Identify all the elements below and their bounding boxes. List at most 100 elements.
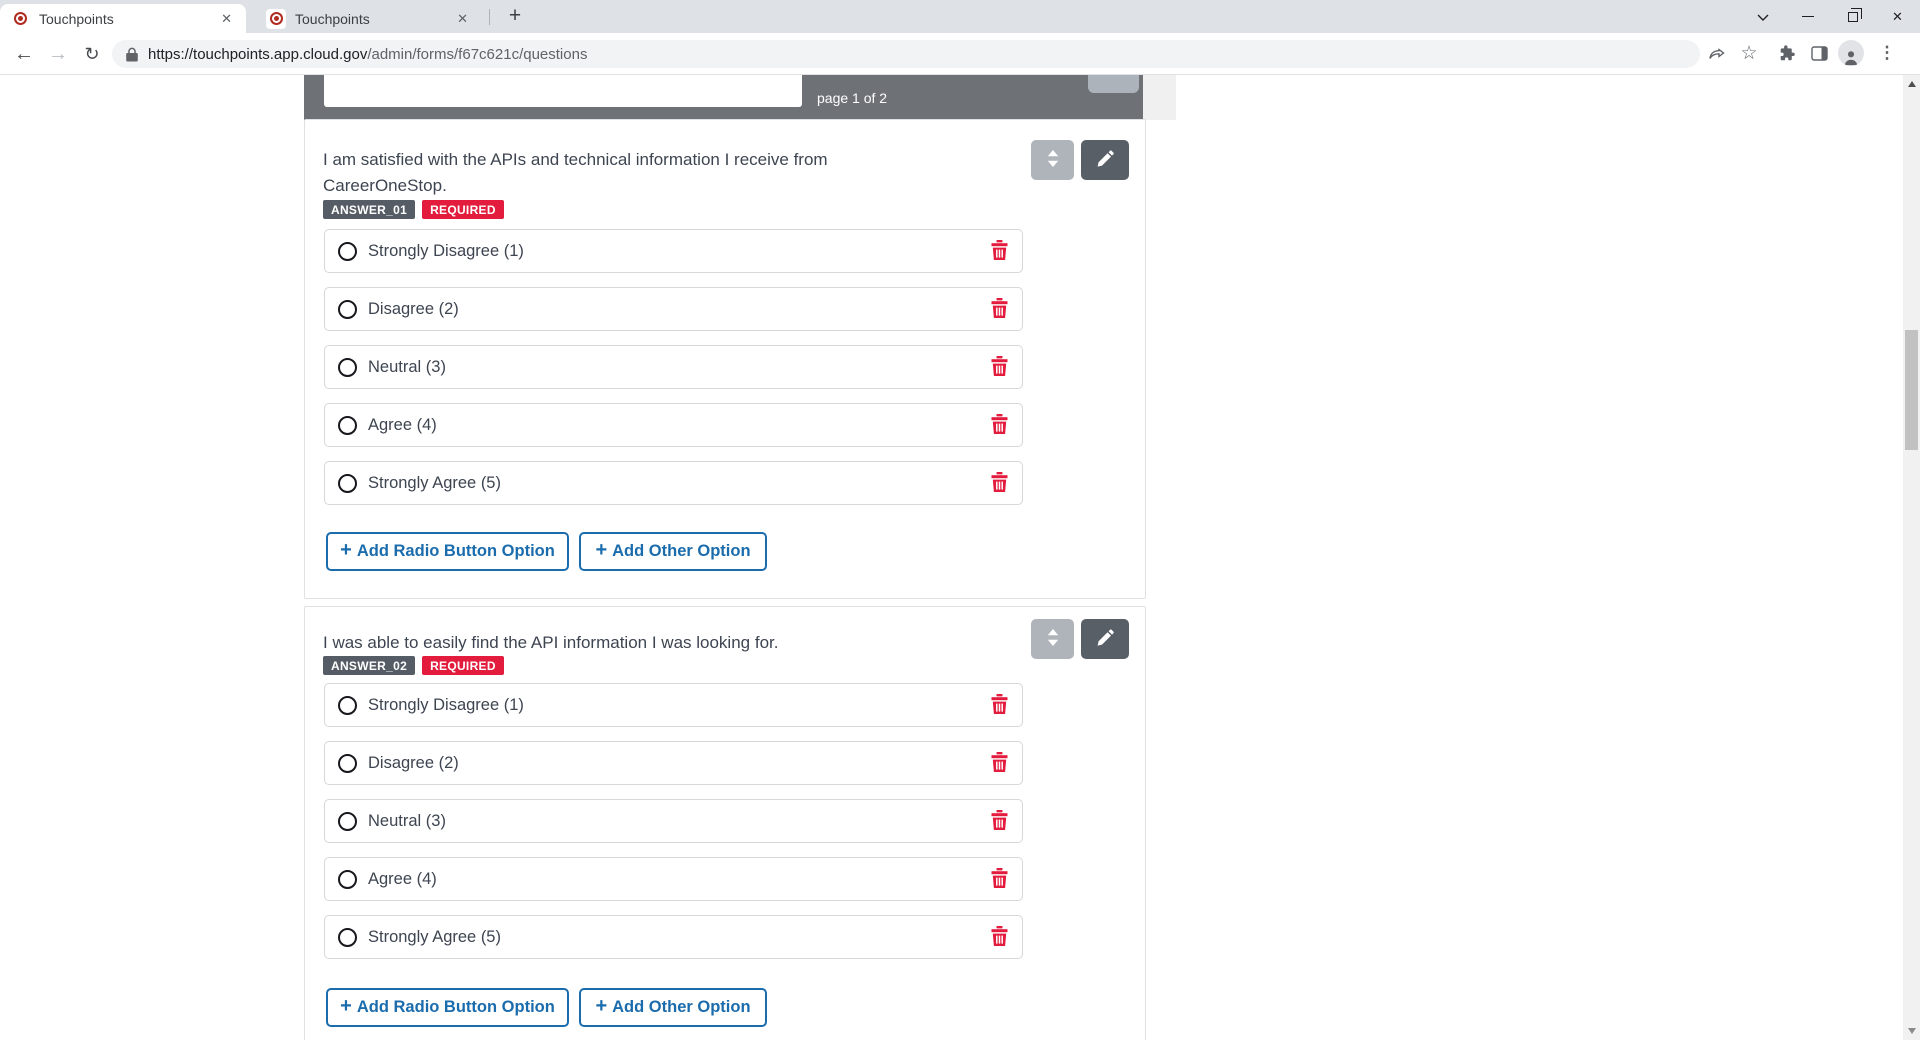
restore-button[interactable] bbox=[1830, 0, 1875, 33]
scroll-down-icon[interactable] bbox=[1907, 1028, 1916, 1034]
answer-option-row: Neutral (3) bbox=[324, 345, 1023, 389]
option-label: Neutral (3) bbox=[368, 811, 446, 830]
answer-option-row: Disagree (2) bbox=[324, 287, 1023, 331]
questions-page: page 1 of 2 I am satisfied with the APIs… bbox=[0, 75, 1920, 1040]
page-indicator: page 1 of 2 bbox=[817, 89, 888, 106]
answer-id-badge: ANSWER_02 bbox=[323, 656, 416, 675]
move-question-button[interactable] bbox=[1031, 140, 1074, 180]
bookmark-star-icon[interactable]: ☆ bbox=[1734, 38, 1764, 68]
trash-icon bbox=[991, 693, 1008, 717]
option-label: Strongly Agree (5) bbox=[368, 473, 501, 492]
radio-button-icon[interactable] bbox=[338, 753, 357, 773]
share-icon[interactable] bbox=[1702, 38, 1732, 68]
answer-option-row: Agree (4) bbox=[324, 857, 1023, 901]
section-title-input[interactable] bbox=[324, 75, 802, 107]
option-label: Disagree (2) bbox=[368, 299, 459, 318]
address-bar[interactable]: https://touchpoints.app.cloud.gov/admin/… bbox=[112, 40, 1700, 68]
delete-option-button[interactable] bbox=[991, 751, 1008, 775]
tab-close-icon[interactable]: ✕ bbox=[453, 9, 472, 29]
tab-touchpoints-active[interactable]: Touchpoints ✕ bbox=[0, 4, 246, 33]
answer-option-row: Neutral (3) bbox=[324, 799, 1023, 843]
pencil-icon bbox=[1096, 628, 1115, 650]
option-label: Strongly Agree (5) bbox=[368, 927, 501, 946]
trash-icon bbox=[991, 925, 1008, 949]
option-label: Strongly Disagree (1) bbox=[368, 695, 524, 714]
scrollbar-thumb[interactable] bbox=[1905, 330, 1918, 450]
tab-search-chevron-icon[interactable] bbox=[1740, 0, 1785, 33]
answer-option-row: Strongly Disagree (1) bbox=[324, 229, 1023, 273]
minimize-button[interactable] bbox=[1785, 0, 1830, 33]
side-panel-icon[interactable] bbox=[1804, 38, 1834, 68]
option-label: Neutral (3) bbox=[368, 357, 446, 376]
move-question-button[interactable] bbox=[1031, 619, 1074, 659]
trash-icon bbox=[991, 239, 1008, 263]
delete-option-button[interactable] bbox=[991, 355, 1008, 379]
question-card: I am satisfied with the APIs and technic… bbox=[304, 119, 1146, 599]
tab-touchpoints-inactive[interactable]: Touchpoints ✕ bbox=[256, 4, 482, 33]
trash-icon bbox=[991, 751, 1008, 775]
profile-avatar[interactable] bbox=[1836, 38, 1866, 68]
radio-button-icon[interactable] bbox=[338, 695, 357, 715]
plus-icon: + bbox=[340, 995, 352, 1017]
option-label: Strongly Disagree (1) bbox=[368, 241, 524, 260]
option-label: Agree (4) bbox=[368, 869, 437, 888]
question-text: I am satisfied with the APIs and technic… bbox=[323, 150, 828, 195]
add-other-option-button[interactable]: + Add Other Option bbox=[579, 532, 767, 571]
radio-button-icon[interactable] bbox=[338, 811, 357, 831]
delete-option-button[interactable] bbox=[991, 809, 1008, 833]
radio-button-icon[interactable] bbox=[338, 415, 357, 435]
panel-edge bbox=[1143, 75, 1176, 120]
plus-icon: + bbox=[595, 995, 608, 1017]
answer-option-row: Agree (4) bbox=[324, 403, 1023, 447]
delete-option-button[interactable] bbox=[991, 413, 1008, 437]
forward-icon[interactable]: → bbox=[42, 38, 74, 70]
radio-button-icon[interactable] bbox=[338, 473, 357, 493]
radio-button-icon[interactable] bbox=[338, 869, 357, 889]
browser-toolbar: ← → ↻ https://touchpoints.app.cloud.gov/… bbox=[0, 33, 1920, 75]
extensions-icon[interactable] bbox=[1772, 38, 1802, 68]
radio-button-icon[interactable] bbox=[338, 241, 357, 261]
edit-question-button[interactable] bbox=[1081, 140, 1129, 180]
trash-icon bbox=[991, 471, 1008, 495]
delete-option-button[interactable] bbox=[991, 867, 1008, 891]
url-host: https://touchpoints.app.cloud.gov bbox=[148, 45, 368, 63]
tab-close-icon[interactable]: ✕ bbox=[217, 9, 236, 29]
add-other-option-label: Add Other Option bbox=[612, 998, 751, 1016]
radio-button-icon[interactable] bbox=[338, 299, 357, 319]
reload-icon[interactable]: ↻ bbox=[76, 38, 108, 70]
new-tab-button[interactable]: + bbox=[501, 2, 529, 30]
back-icon[interactable]: ← bbox=[8, 38, 40, 70]
sort-icon bbox=[1046, 149, 1060, 171]
touchpoints-favicon-icon bbox=[10, 8, 30, 29]
add-other-option-button[interactable]: + Add Other Option bbox=[579, 988, 767, 1027]
required-badge: REQUIRED bbox=[422, 200, 504, 219]
delete-option-button[interactable] bbox=[991, 693, 1008, 717]
lock-icon bbox=[126, 47, 138, 61]
scroll-up-icon[interactable] bbox=[1907, 81, 1916, 87]
edit-question-button[interactable] bbox=[1081, 619, 1129, 659]
delete-option-button[interactable] bbox=[991, 471, 1008, 495]
section-tool-button[interactable] bbox=[1088, 75, 1139, 93]
chrome-menu-icon[interactable]: ⋮ bbox=[1872, 38, 1902, 68]
answer-option-row: Strongly Agree (5) bbox=[324, 461, 1023, 505]
answer-option-row: Strongly Disagree (1) bbox=[324, 683, 1023, 727]
touchpoints-favicon-icon bbox=[266, 8, 286, 29]
page-scrollbar[interactable] bbox=[1903, 75, 1920, 1040]
tab-divider bbox=[489, 9, 490, 25]
add-radio-option-button[interactable]: + Add Radio Button Option bbox=[326, 988, 569, 1027]
plus-icon: + bbox=[595, 539, 608, 561]
close-button[interactable]: ✕ bbox=[1875, 0, 1920, 33]
add-radio-option-button[interactable]: + Add Radio Button Option bbox=[326, 532, 569, 571]
delete-option-button[interactable] bbox=[991, 925, 1008, 949]
question-card: I was able to easily find the API inform… bbox=[304, 606, 1146, 1040]
delete-option-button[interactable] bbox=[991, 297, 1008, 321]
form-builder-bar: page 1 of 2 bbox=[304, 75, 1143, 120]
trash-icon bbox=[991, 809, 1008, 833]
delete-option-button[interactable] bbox=[991, 239, 1008, 263]
plus-icon: + bbox=[340, 539, 352, 561]
radio-button-icon[interactable] bbox=[338, 927, 357, 947]
browser-tab-strip: Touchpoints ✕ Touchpoints ✕ + ✕ bbox=[0, 0, 1920, 33]
radio-button-icon[interactable] bbox=[338, 357, 357, 377]
question-text: I was able to easily find the API inform… bbox=[323, 633, 779, 652]
add-other-option-label: Add Other Option bbox=[612, 542, 751, 560]
